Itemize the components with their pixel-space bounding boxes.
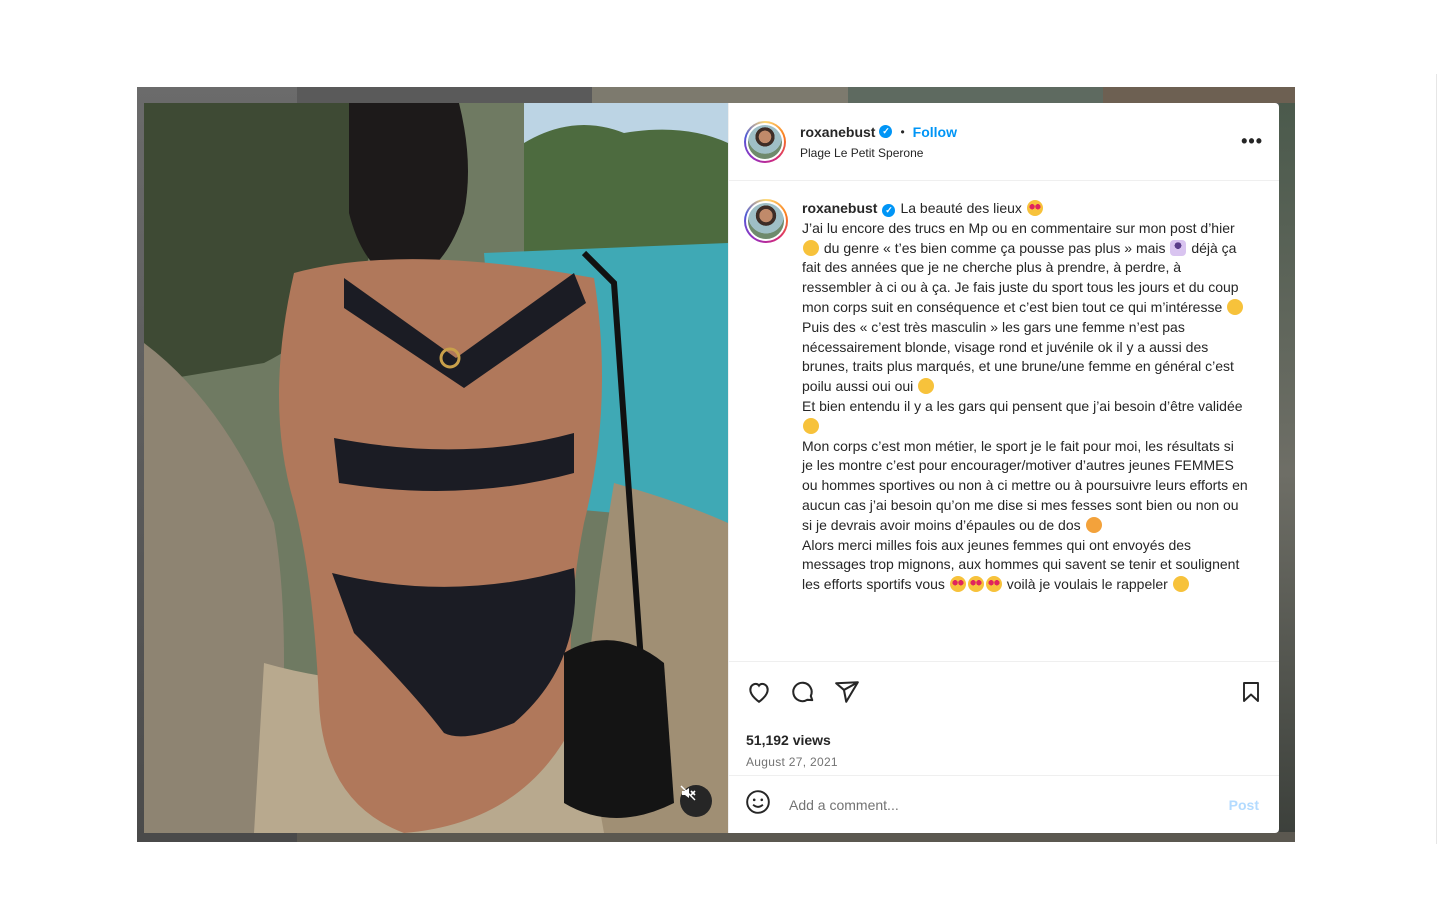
heart-icon[interactable] <box>746 679 772 705</box>
caption-line: voilà je voulais le rappeler <box>1006 576 1168 593</box>
post-location[interactable]: Plage Le Petit Sperone <box>800 146 1241 160</box>
post-actions: 51,192 views August 27, 2021 <box>729 661 1279 775</box>
caption-line: J’ai lu encore des trucs en Mp ou en com… <box>802 219 1235 236</box>
post-header: roxanebust ✓ • Follow Plage Le Petit Spe… <box>729 103 1279 181</box>
caption-line: du genre « t’es bien comme ça pousse pas… <box>823 239 1166 256</box>
post-date[interactable]: August 27, 2021 <box>746 755 1263 769</box>
comment-composer: Post <box>729 775 1279 833</box>
raised-hands-emoji-icon <box>918 378 935 395</box>
caption-username[interactable]: roxanebust <box>802 200 877 216</box>
separator-dot: • <box>900 124 905 139</box>
mute-button[interactable] <box>680 785 712 817</box>
backdrop-tile <box>848 87 1103 103</box>
post-caption: roxanebust ✓ La beauté des lieux J’ai lu e… <box>802 199 1248 661</box>
verified-badge-icon: ✓ <box>879 125 893 138</box>
smiling-emoji-icon <box>1227 298 1244 315</box>
author-username[interactable]: roxanebust <box>800 124 875 140</box>
angry-emoji-icon <box>1085 516 1102 533</box>
caption-line: Mon corps c’est mon métier, le sport je … <box>802 437 1248 533</box>
person-facepalm-emoji-icon <box>1170 239 1187 256</box>
caption-section: roxanebust ✓ La beauté des lieux J’ai lu e… <box>729 181 1279 661</box>
page-scrollbar[interactable] <box>1436 74 1440 844</box>
view-count[interactable]: 51,192 views <box>746 732 1263 748</box>
post-author-info: roxanebust ✓ • Follow Plage Le Petit Spe… <box>800 124 1241 160</box>
post-details-panel: roxanebust ✓ • Follow Plage Le Petit Spe… <box>728 103 1279 833</box>
smiling-emoji-icon <box>1172 576 1189 593</box>
smiley-icon[interactable] <box>745 789 771 820</box>
caption-line: La beauté des lieux <box>900 200 1022 216</box>
backdrop-tile <box>592 87 852 103</box>
heart-eyes-emoji-icon <box>949 576 966 593</box>
caption-line: Et bien entendu il y a les gars qui pens… <box>802 397 1243 414</box>
follow-button[interactable]: Follow <box>913 124 957 140</box>
flushed-emoji-icon <box>803 239 819 256</box>
verified-badge-icon: ✓ <box>882 204 896 218</box>
avatar[interactable] <box>744 120 786 163</box>
post-modal: roxanebust ✓ • Follow Plage Le Petit Spe… <box>144 103 1279 833</box>
post-video[interactable] <box>144 103 728 833</box>
backdrop-tile <box>1103 87 1295 103</box>
share-icon[interactable] <box>834 679 860 705</box>
comment-icon[interactable] <box>790 679 816 705</box>
caption-line: Puis des « c’est très masculin » les gar… <box>802 318 1234 395</box>
post-comment-button[interactable]: Post <box>1229 797 1259 813</box>
heart-eyes-emoji-icon <box>985 576 1002 593</box>
heart-eyes-emoji-icon <box>1026 200 1043 216</box>
video-frame-illustration <box>144 103 728 833</box>
more-options-icon[interactable]: ••• <box>1241 131 1263 152</box>
heart-eyes-emoji-icon <box>967 576 984 593</box>
backdrop-tile <box>1279 103 1295 842</box>
bookmark-icon[interactable] <box>1239 679 1263 705</box>
comment-input[interactable] <box>789 796 1229 813</box>
page: roxanebust ✓ • Follow Plage Le Petit Spe… <box>0 0 1440 900</box>
confused-emoji-icon <box>803 417 819 434</box>
avatar[interactable] <box>744 199 788 243</box>
backdrop-tile <box>297 832 1295 842</box>
